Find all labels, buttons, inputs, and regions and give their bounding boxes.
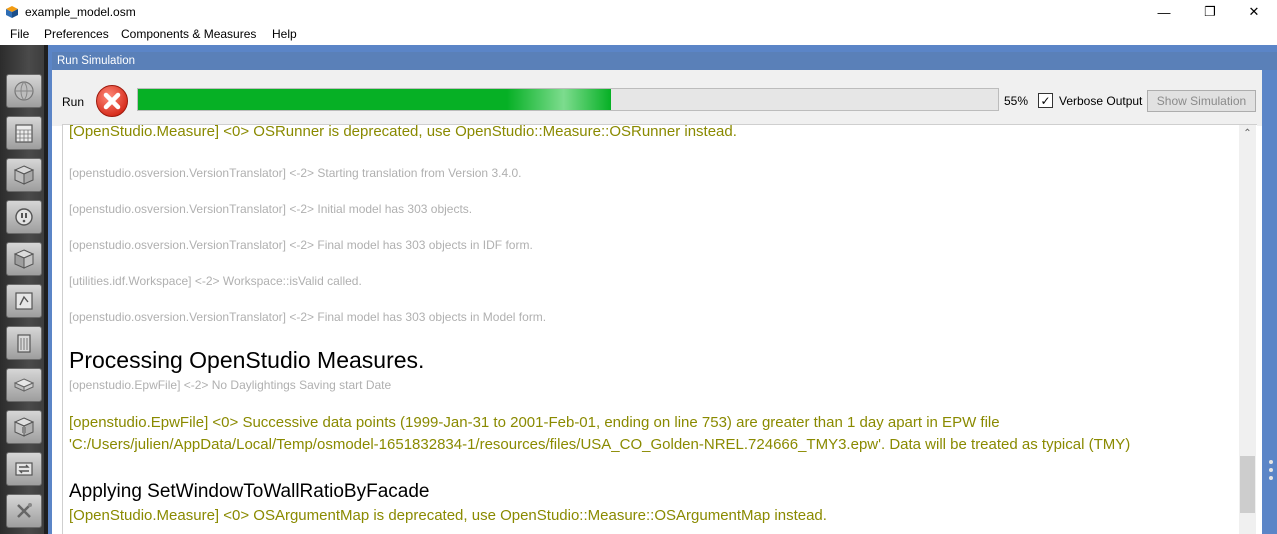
- log-line: [openstudio.osversion.VersionTranslator]…: [69, 310, 547, 324]
- splitter-grip[interactable]: [1269, 460, 1273, 464]
- log-line: [openstudio.osversion.VersionTranslator]…: [69, 202, 473, 216]
- menu-preferences[interactable]: Preferences: [44, 27, 109, 41]
- panel-frame-top: [48, 45, 1277, 52]
- minimize-button[interactable]: —: [1141, 0, 1187, 24]
- hvac-systems-icon[interactable]: [6, 452, 42, 486]
- variables-icon[interactable]: [6, 494, 42, 528]
- progress-bar: [137, 88, 999, 111]
- verbose-output-checkbox[interactable]: ✓: [1038, 93, 1053, 108]
- log-line: [openstudio.EpwFile] <0> Successive data…: [69, 414, 1131, 453]
- splitter-grip[interactable]: [1269, 476, 1273, 480]
- menu-components-measures[interactable]: Components & Measures: [121, 27, 256, 41]
- thermal-zones-icon[interactable]: [6, 410, 42, 444]
- space-types-icon[interactable]: [6, 242, 42, 276]
- schedules-icon[interactable]: [6, 116, 42, 150]
- stop-run-icon[interactable]: [95, 84, 129, 118]
- log-line: [openstudio.EpwFile] <-2> No Daylighting…: [69, 378, 392, 392]
- constructions-icon[interactable]: [6, 158, 42, 192]
- simulation-output-log[interactable]: [OpenStudio.Measure] <0> OSRunner is dep…: [62, 124, 1257, 534]
- log-line: [utilities.idf.Workspace] <-2> Workspace…: [69, 274, 362, 288]
- menu-file[interactable]: File: [10, 27, 29, 41]
- geometry-icon[interactable]: [6, 284, 42, 318]
- menu-bar: File Preferences Components & Measures H…: [0, 24, 1277, 45]
- menu-help[interactable]: Help: [272, 27, 297, 41]
- log-line: [OpenStudio.Measure] <0> OSRunner is dep…: [69, 124, 737, 140]
- checkmark-icon: ✓: [1040, 93, 1051, 108]
- progress-percent: 55%: [1004, 94, 1029, 108]
- close-button[interactable]: ✕: [1231, 0, 1277, 24]
- verbose-output-label: Verbose Output: [1059, 94, 1143, 108]
- log-line: [openstudio.osversion.VersionTranslator]…: [69, 238, 533, 252]
- log-heading: Applying SetWindowToWallRatioByFacade: [69, 481, 430, 502]
- output-scrollbar[interactable]: ⌃: [1239, 125, 1256, 534]
- maximize-button[interactable]: ❐: [1187, 0, 1233, 24]
- title-bar: example_model.osm — ❐ ✕: [0, 0, 1277, 24]
- log-line: [openstudio.osversion.VersionTranslator]…: [69, 166, 522, 180]
- panel-title: Run Simulation: [52, 52, 1277, 70]
- window-title: example_model.osm: [25, 5, 136, 19]
- scroll-up-arrow-icon[interactable]: ⌃: [1239, 125, 1256, 142]
- show-simulation-button[interactable]: Show Simulation: [1147, 90, 1256, 112]
- site-icon[interactable]: [6, 74, 42, 108]
- splitter-grip[interactable]: [1269, 468, 1273, 472]
- spaces-icon[interactable]: [6, 368, 42, 402]
- facility-icon[interactable]: [6, 326, 42, 360]
- right-frame: [1262, 70, 1277, 534]
- log-heading: Processing OpenStudio Measures.: [69, 347, 425, 373]
- progress-fill: [138, 89, 611, 110]
- run-label: Run: [62, 95, 85, 109]
- log-line: [OpenStudio.Measure] <0> OSArgumentMap i…: [69, 507, 827, 524]
- scroll-thumb[interactable]: [1240, 456, 1255, 513]
- loads-icon[interactable]: [6, 200, 42, 234]
- openstudio-app-icon: [6, 6, 18, 18]
